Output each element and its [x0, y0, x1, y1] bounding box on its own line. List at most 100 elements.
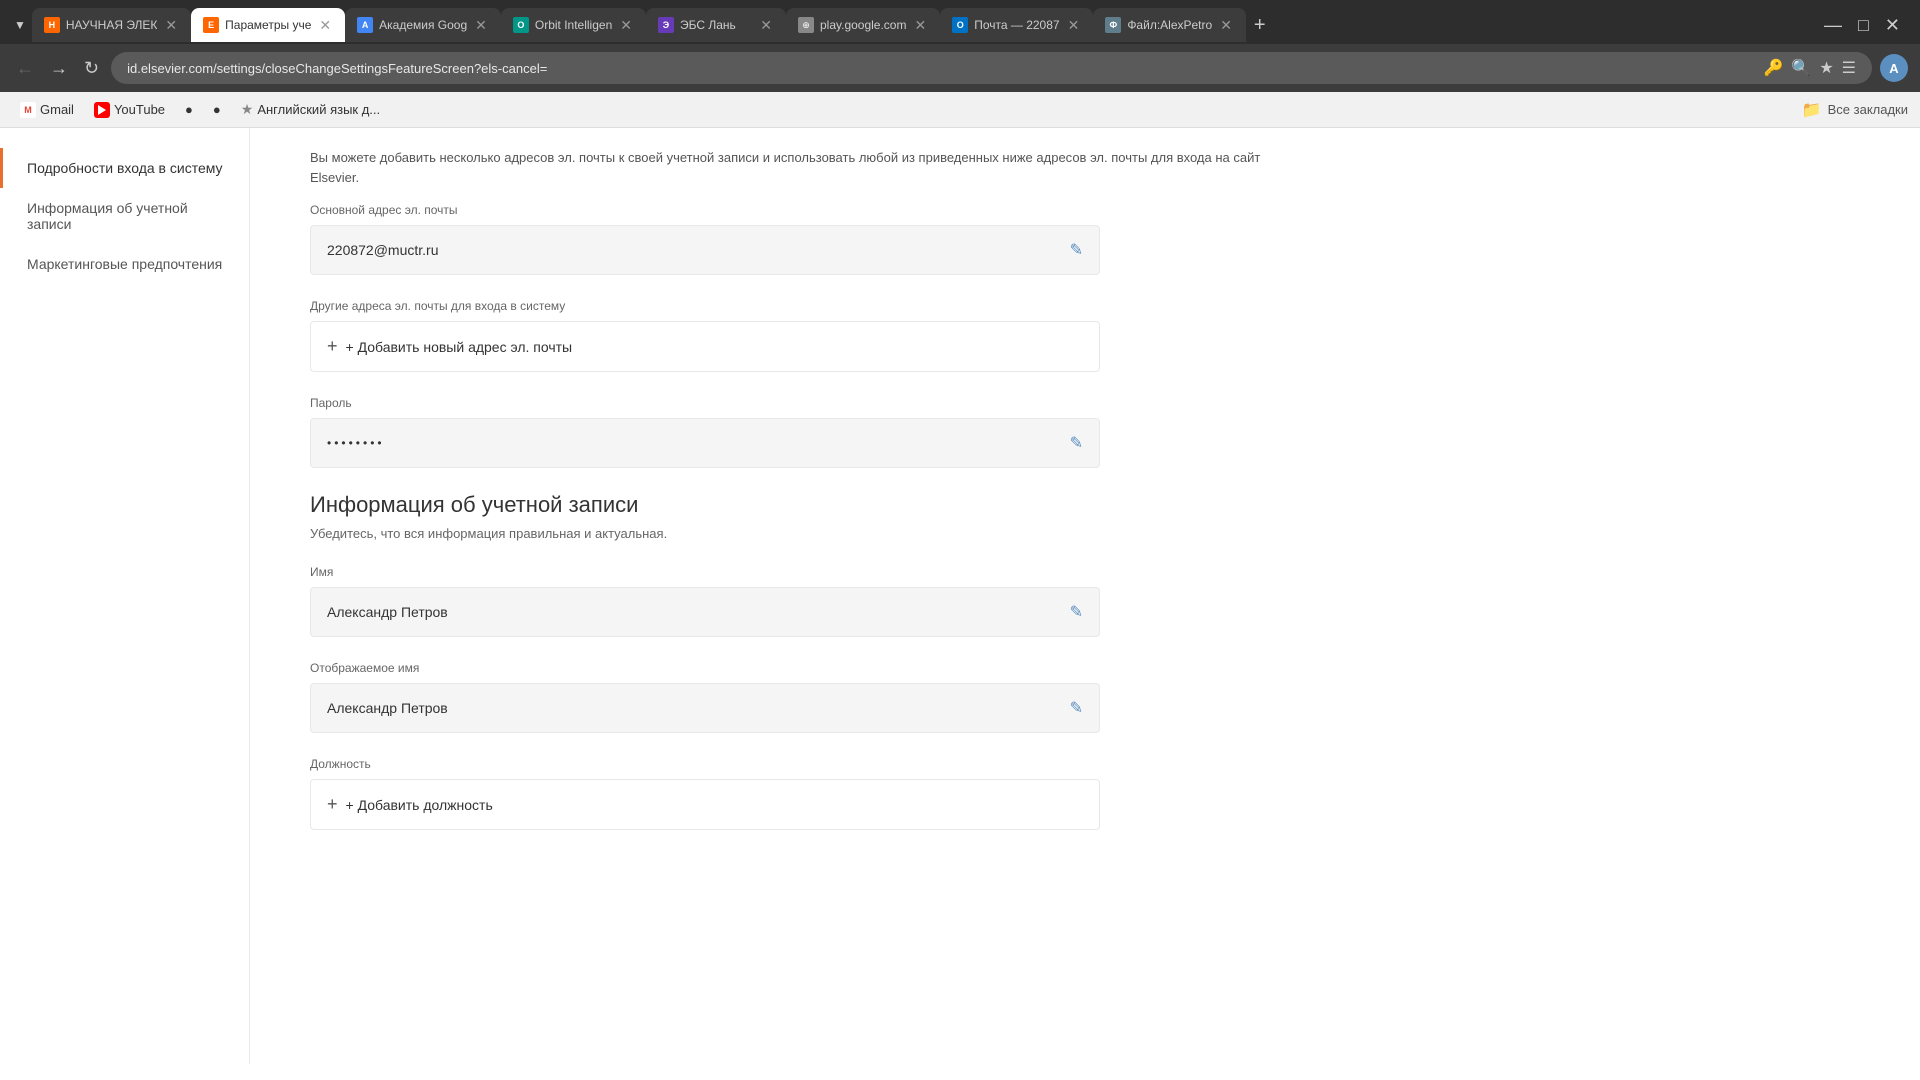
bookmark-gmail[interactable]: M Gmail: [12, 98, 82, 122]
name-group: Имя Александр Петров ✎: [310, 565, 1290, 637]
bookmark-lang[interactable]: ★ Английский язык д...: [233, 97, 388, 122]
all-bookmarks-button[interactable]: Все закладки: [1828, 102, 1908, 117]
bookmark-youtube[interactable]: YouTube: [86, 98, 173, 122]
add-email-plus-icon: +: [327, 336, 338, 357]
tab8-close[interactable]: ✕: [1218, 15, 1234, 36]
browser-chrome: ▼ Н НАУЧНАЯ ЭЛЕК ✕ E Параметры уче ✕ A А…: [0, 0, 1920, 128]
tab2-close[interactable]: ✕: [317, 15, 333, 36]
back-button[interactable]: ←: [12, 54, 38, 83]
maximize-button[interactable]: □: [1858, 15, 1869, 36]
tab-2[interactable]: E Параметры уче ✕: [191, 8, 345, 42]
bookmarks-folder-icon: 📁: [1802, 100, 1822, 120]
tab-4[interactable]: O Orbit Intelligen ✕: [501, 8, 646, 42]
primary-email-box: 220872@muctr.ru ✎: [310, 225, 1100, 275]
password-label: Пароль: [310, 396, 1290, 410]
display-name-label: Отображаемое имя: [310, 661, 1290, 675]
add-position-text: + Добавить должность: [346, 797, 493, 813]
tab3-favicon: A: [357, 17, 373, 33]
add-email-button[interactable]: + + Добавить новый адрес эл. почты: [310, 321, 1100, 372]
lang-icon: ★: [241, 101, 254, 118]
tab2-favicon: E: [203, 17, 219, 33]
tab5-close[interactable]: ✕: [758, 15, 774, 36]
tab6-close[interactable]: ✕: [912, 15, 928, 36]
url-bar[interactable]: id.elsevier.com/settings/closeChangeSett…: [111, 52, 1872, 84]
forward-button[interactable]: →: [46, 54, 72, 83]
primary-email-label: Основной адрес эл. почты: [310, 203, 1290, 217]
tab3-label: Академия Goog: [379, 18, 467, 32]
tab-overflow-button[interactable]: ▼: [8, 18, 32, 32]
tab-6[interactable]: ⊕ play.google.com ✕: [786, 8, 940, 42]
tab4-favicon: O: [513, 17, 529, 33]
extensions-icon[interactable]: ☰: [1842, 58, 1856, 78]
position-label: Должность: [310, 757, 1290, 771]
close-window-button[interactable]: ✕: [1885, 15, 1900, 36]
tab7-favicon: O: [952, 17, 968, 33]
youtube-play-icon: [98, 105, 106, 115]
tab-7[interactable]: O Почта — 22087 ✕: [940, 8, 1093, 42]
tab8-label: Файл:AlexPetro: [1127, 18, 1212, 32]
sidebar: Подробности входа в систему Информация о…: [0, 128, 250, 1064]
tab8-favicon: Ф: [1105, 17, 1121, 33]
tab-bar: ▼ Н НАУЧНАЯ ЭЛЕК ✕ E Параметры уче ✕ A А…: [0, 0, 1920, 44]
bookmark-globe2[interactable]: ●: [205, 98, 229, 121]
reload-button[interactable]: ↻: [80, 54, 103, 83]
account-info-section: Информация об учетной записи Убедитесь, …: [310, 492, 1290, 830]
minimize-button[interactable]: —: [1824, 15, 1842, 36]
account-info-heading: Информация об учетной записи: [310, 492, 1290, 518]
tab4-close[interactable]: ✕: [618, 15, 634, 36]
sidebar-item-login[interactable]: Подробности входа в систему: [0, 148, 249, 188]
top-info: Вы можете добавить несколько адресов эл.…: [310, 128, 1290, 203]
user-avatar[interactable]: A: [1880, 54, 1908, 82]
other-emails-group: Другие адреса эл. почты для входа в сист…: [310, 299, 1290, 372]
tab3-close[interactable]: ✕: [473, 15, 489, 36]
tab2-label: Параметры уче: [225, 18, 311, 32]
password-edit-icon[interactable]: ✎: [1070, 433, 1083, 453]
tab6-label: play.google.com: [820, 18, 907, 32]
youtube-favicon: [94, 102, 110, 118]
bookmarks-bar: M Gmail YouTube ● ● ★ Английский язык д.…: [0, 92, 1920, 128]
tab1-close[interactable]: ✕: [163, 15, 179, 36]
sidebar-item-marketing[interactable]: Маркетинговые предпочтения: [0, 244, 249, 284]
new-tab-button[interactable]: +: [1246, 8, 1274, 42]
page-content: Подробности входа в систему Информация о…: [0, 128, 1920, 1064]
password-icon[interactable]: 🔑: [1763, 58, 1783, 78]
name-value: Александр Петров: [327, 604, 1070, 620]
tab6-favicon: ⊕: [798, 17, 814, 33]
tab-1[interactable]: Н НАУЧНАЯ ЭЛЕК ✕: [32, 8, 191, 42]
name-edit-icon[interactable]: ✎: [1070, 602, 1083, 622]
bookmark-globe1[interactable]: ●: [177, 98, 201, 121]
tab-8[interactable]: Ф Файл:AlexPetro ✕: [1093, 8, 1246, 42]
bookmark-star-icon[interactable]: ★: [1819, 58, 1833, 78]
display-name-box: Александр Петров ✎: [310, 683, 1100, 733]
zoom-icon[interactable]: 🔍: [1791, 58, 1811, 78]
tab5-favicon: Э: [658, 17, 674, 33]
tab4-label: Orbit Intelligen: [535, 18, 612, 32]
url-text: id.elsevier.com/settings/closeChangeSett…: [127, 61, 1755, 76]
account-info-subtext: Убедитесь, что вся информация правильная…: [310, 526, 1290, 541]
sidebar-item-account[interactable]: Информация об учетной записи: [0, 188, 249, 244]
display-name-value: Александр Петров: [327, 700, 1070, 716]
position-group: Должность + + Добавить должность: [310, 757, 1290, 830]
tab1-label: НАУЧНАЯ ЭЛЕК: [66, 18, 158, 32]
primary-email-group: Основной адрес эл. почты 220872@muctr.ru…: [310, 203, 1290, 275]
password-value: ••••••••: [327, 436, 1070, 450]
window-controls: — □ ✕: [1824, 15, 1912, 36]
name-label: Имя: [310, 565, 1290, 579]
tab-5[interactable]: Э ЭБС Лань ✕: [646, 8, 786, 42]
add-email-text: + Добавить новый адрес эл. почты: [346, 339, 573, 355]
tab-3[interactable]: A Академия Goog ✕: [345, 8, 501, 42]
password-box: •••••••• ✎: [310, 418, 1100, 468]
password-group: Пароль •••••••• ✎: [310, 396, 1290, 468]
primary-email-edit-icon[interactable]: ✎: [1070, 240, 1083, 260]
gmail-label: Gmail: [40, 102, 74, 117]
tab5-label: ЭБС Лань: [680, 18, 752, 32]
add-position-button[interactable]: + + Добавить должность: [310, 779, 1100, 830]
name-box: Александр Петров ✎: [310, 587, 1100, 637]
youtube-label: YouTube: [114, 102, 165, 117]
display-name-edit-icon[interactable]: ✎: [1070, 698, 1083, 718]
globe1-icon: ●: [185, 102, 193, 117]
bookmarks-right: 📁 Все закладки: [1802, 100, 1908, 120]
main-content: Вы можете добавить несколько адресов эл.…: [250, 128, 1350, 1064]
tab7-close[interactable]: ✕: [1066, 15, 1082, 36]
tab1-favicon: Н: [44, 17, 60, 33]
